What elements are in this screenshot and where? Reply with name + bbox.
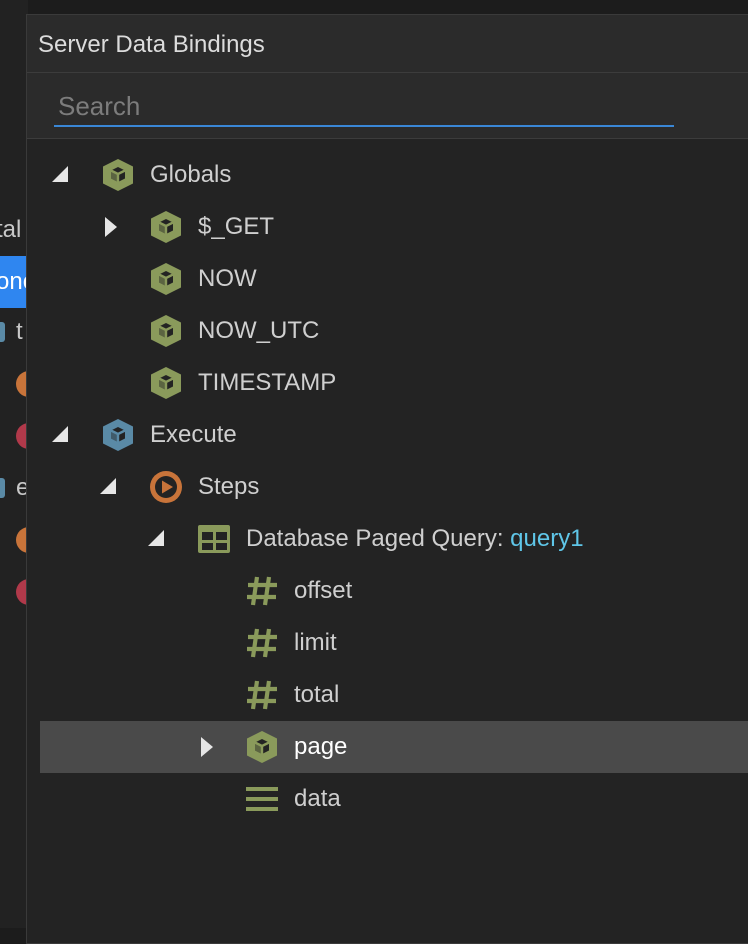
tree-item-label: offset — [294, 577, 353, 604]
query-type-label: Database Paged Query: — [246, 525, 511, 552]
tree-item-total[interactable]: total — [40, 669, 748, 721]
tree-item-label: NOW — [198, 265, 257, 292]
expanded-triangle-icon[interactable] — [146, 528, 168, 550]
tree-item-label: limit — [294, 629, 337, 656]
tree-item-label: Steps — [198, 473, 260, 500]
bg-fragment-text: t — [16, 318, 23, 345]
table-icon — [196, 521, 232, 557]
tree-item-label: Execute — [150, 421, 237, 448]
tree-item-database-paged-query[interactable]: Database Paged Query: query1 — [40, 513, 748, 565]
box-icon — [148, 261, 184, 297]
bg-folder-icon — [0, 322, 5, 342]
tree-item-get[interactable]: $_GET — [40, 201, 748, 253]
tree-item-label: $_GET — [198, 213, 275, 240]
play-icon — [148, 469, 184, 505]
search-bar — [27, 73, 748, 139]
tree-item-globals[interactable]: Globals — [40, 149, 748, 201]
hash-icon — [244, 677, 280, 713]
bg-folder-icon — [0, 478, 5, 498]
tree-item-limit[interactable]: limit — [40, 617, 748, 669]
expanded-triangle-icon[interactable] — [50, 424, 72, 446]
tree-item-page[interactable]: page — [40, 721, 748, 773]
tree-item-timestamp[interactable]: TIMESTAMP — [40, 357, 748, 409]
tree-item-label: Database Paged Query: query1 — [246, 525, 584, 553]
tree-item-execute[interactable]: Execute — [40, 409, 748, 461]
bg-row-selected: onc — [0, 256, 28, 308]
box-icon — [148, 313, 184, 349]
tree-item-label: Globals — [150, 161, 232, 188]
box-icon — [244, 729, 280, 765]
tree-item-data[interactable]: data — [40, 773, 748, 825]
tree-item-label: TIMESTAMP — [198, 369, 337, 396]
collapsed-triangle-icon[interactable] — [196, 736, 218, 758]
tree-item-label: page — [294, 733, 348, 760]
dialog-title: Server Data Bindings — [38, 31, 265, 58]
search-input[interactable] — [54, 87, 674, 127]
box-icon — [100, 157, 136, 193]
box-icon — [148, 209, 184, 245]
tree-item-offset[interactable]: offset — [40, 565, 748, 617]
bg-fragment-text: tal — [0, 216, 22, 243]
tree-item-now-utc[interactable]: NOW_UTC — [40, 305, 748, 357]
tree-item-now[interactable]: NOW — [40, 253, 748, 305]
hash-icon — [244, 573, 280, 609]
server-data-bindings-dialog: Server Data Bindings Globals $_GET NOW N… — [26, 14, 748, 944]
box-icon — [148, 365, 184, 401]
tree-item-label: NOW_UTC — [198, 317, 320, 344]
expanded-triangle-icon[interactable] — [98, 476, 120, 498]
query-ref-name: query1 — [510, 525, 584, 552]
dialog-header: Server Data Bindings — [27, 15, 748, 73]
bg-fragment-text: onc — [0, 268, 28, 295]
background-panel: tal onc t e — [0, 0, 28, 928]
collapsed-triangle-icon[interactable] — [100, 216, 122, 238]
list-icon — [244, 781, 280, 817]
tree-item-label: total — [294, 681, 340, 708]
box-icon — [100, 417, 136, 453]
bg-row-fragment: tal — [0, 204, 28, 256]
expanded-triangle-icon[interactable] — [50, 164, 72, 186]
hash-icon — [244, 625, 280, 661]
tree-item-label: data — [294, 785, 341, 812]
tree-item-steps[interactable]: Steps — [40, 461, 748, 513]
